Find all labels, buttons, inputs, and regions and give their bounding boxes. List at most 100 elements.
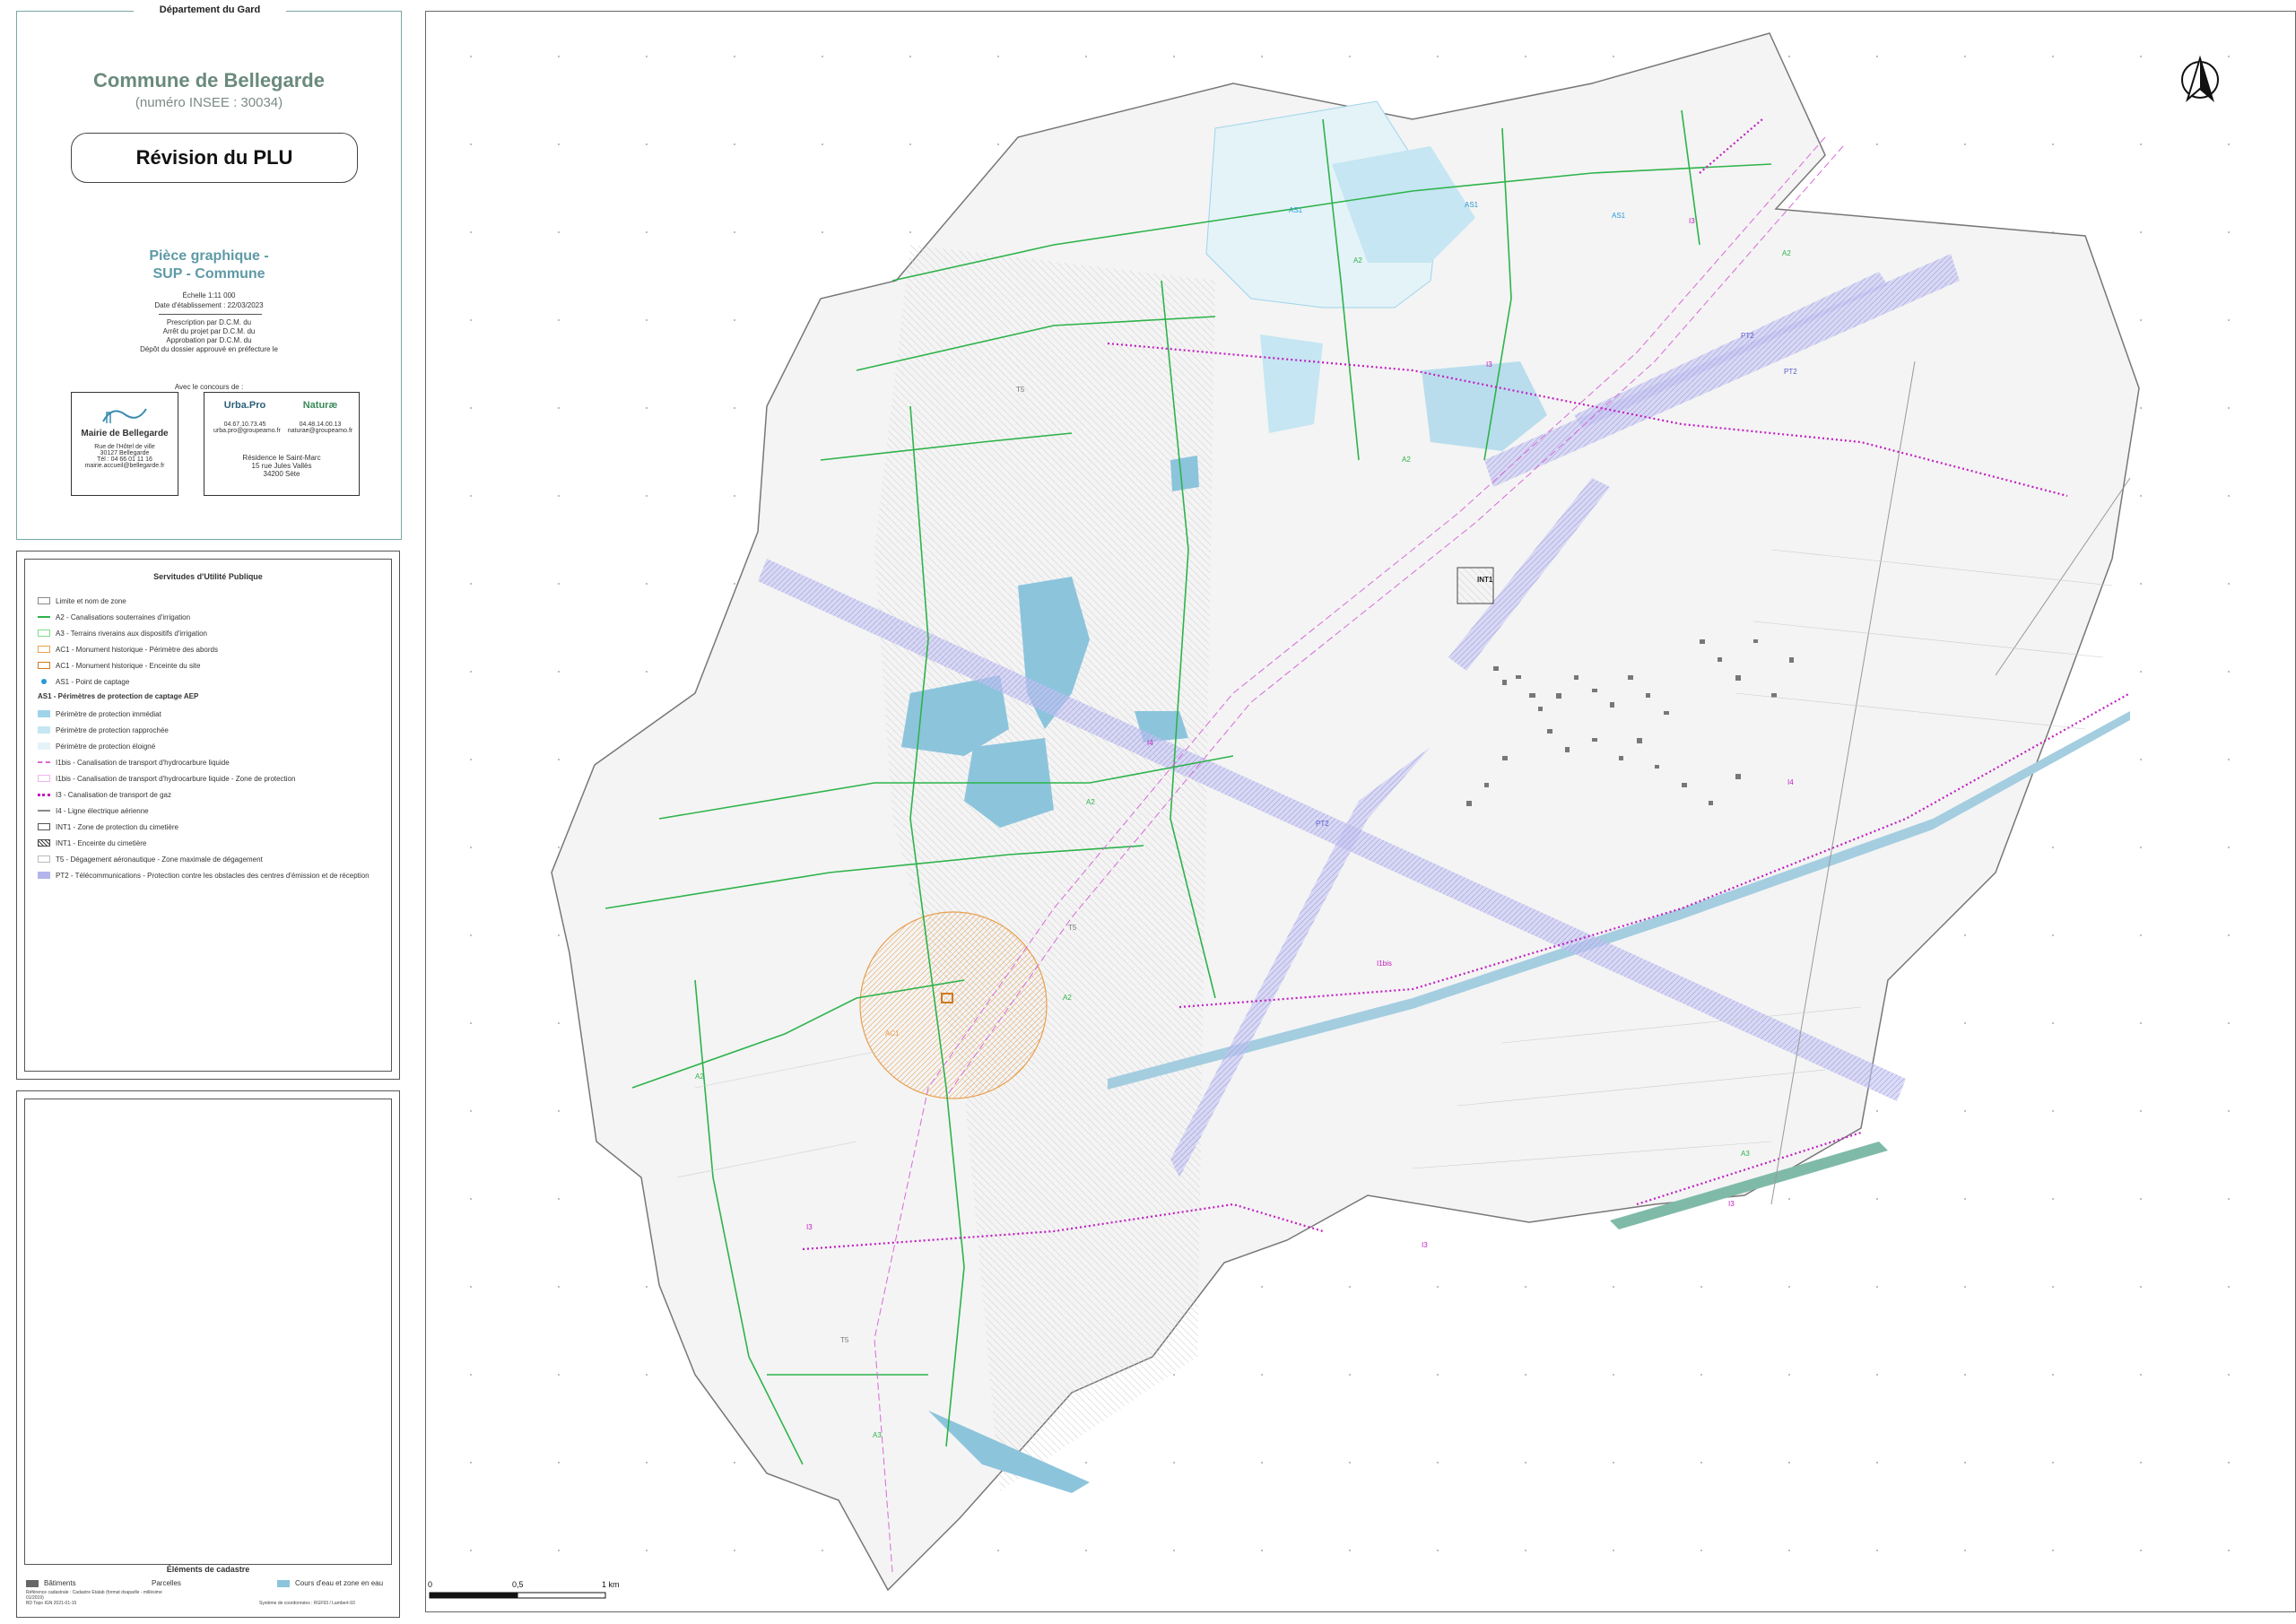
cadastre-parcels: Parcelles <box>152 1579 181 1587</box>
cadastre-panel: Éléments de cadastre Bâtiments Parcelles… <box>16 1090 400 1618</box>
legend-item: INT1 - Enceinte du cimetière <box>38 838 146 848</box>
urbapro-logo: Urba.Pro <box>223 400 266 411</box>
legend-item-label: AS1 - Point de captage <box>56 677 130 686</box>
project-title: Révision du PLU <box>135 146 293 169</box>
bellegarde-logo-icon <box>102 408 147 423</box>
map-label: AS1 <box>1465 201 1479 209</box>
legend-item: Limite et nom de zone <box>38 595 126 606</box>
naturae-email: naturae@groupeamo.fr <box>287 428 353 434</box>
legend-item: I1bis - Canalisation de transport d'hydr… <box>38 757 230 768</box>
water-swatch <box>277 1579 290 1587</box>
legend-item-label: A3 - Terrains riverains aux dispositifs … <box>56 629 208 638</box>
cadastre-buildings: Bâtiments <box>26 1579 76 1587</box>
mairie-name: Mairie de Bellegarde <box>81 429 169 439</box>
project-title-box: Révision du PLU <box>71 133 358 183</box>
scale-label-end: 1 km <box>602 1580 620 1589</box>
map-label: I3 <box>806 1223 813 1231</box>
map-label: INT1 <box>1477 576 1493 584</box>
map-label: T5 <box>840 1336 849 1344</box>
legend-swatch <box>38 855 50 863</box>
legend-item-label: AC1 - Monument historique - Périmètre de… <box>56 645 218 654</box>
legend-item: I3 - Canalisation de transport de gaz <box>38 789 171 800</box>
buildings-swatch <box>26 1579 39 1587</box>
legend-swatch <box>38 662 50 669</box>
partners-label: Avec le concours de : <box>174 383 244 391</box>
legend-swatch <box>38 793 50 796</box>
mairie-box: Mairie de Bellegarde Rue de l'Hôtel de v… <box>71 392 178 496</box>
map-label: A2 <box>1086 798 1095 806</box>
mairie-line-3: Tél : 04 66 01 11 16 <box>97 456 152 463</box>
address-line-2: 15 rue Jules Vallès <box>251 462 312 470</box>
inset-frame <box>24 1099 392 1565</box>
legend-item-label: Périmètre de protection rapprochée <box>56 725 169 734</box>
cadastre-sources: Référence cadastrale : Cadastre Etalab (… <box>26 1590 162 1606</box>
legend-item-label: AS1 - Périmètres de protection de captag… <box>38 692 199 700</box>
map-label: AS1 <box>1612 212 1626 220</box>
legend-swatch <box>38 839 50 847</box>
legend-item-label: Périmètre de protection éloigné <box>56 742 156 751</box>
map-label: I1bis <box>1377 960 1392 968</box>
map-frame: AS1 AS1 AS1 A2 A2 A2 A2 A2 A2 PT2 PT2 PT… <box>425 11 2296 1612</box>
map-label: T5 <box>1016 386 1025 394</box>
legend-swatch <box>38 872 50 879</box>
map-label: A3 <box>1741 1150 1750 1158</box>
legend-item-label: PT2 - Télécommunications - Protection co… <box>56 871 370 880</box>
legend-item: Périmètre de protection immédiat <box>38 708 161 719</box>
legend-item-label: A2 - Canalisations souterraines d'irriga… <box>56 612 191 621</box>
water-label: Cours d'eau et zone en eau <box>295 1579 384 1587</box>
legend-item: A3 - Terrains riverains aux dispositifs … <box>38 628 207 638</box>
as1-zone-west <box>1260 334 1323 433</box>
legend-item: PT2 - Télécommunications - Protection co… <box>38 870 370 881</box>
legend-frame: Servitudes d'Utilité Publique Limite et … <box>24 559 392 1072</box>
legend-item: Périmètre de protection éloigné <box>38 741 155 751</box>
legend-item: Périmètre de protection rapprochée <box>38 725 169 735</box>
map-label: A2 <box>1353 256 1362 265</box>
map-label: I3 <box>1728 1200 1735 1208</box>
map-label: T5 <box>1068 924 1077 932</box>
department-label: Département du Gard <box>134 4 286 15</box>
map-label: AC1 <box>885 1029 900 1038</box>
title-panel: Département du Gard Commune de Bellegard… <box>16 4 402 540</box>
legend-item: AC1 - Monument historique - Enceinte du … <box>38 660 200 671</box>
address-line-1: Résidence le Saint-Marc <box>242 454 321 462</box>
date-text: Date d'établissement : 22/03/2023 <box>154 301 264 309</box>
legend-panel: Servitudes d'Utilité Publique Limite et … <box>16 551 400 1080</box>
map-label: A2 <box>695 1073 704 1081</box>
legend-item: AS1 - Point de captage <box>38 676 129 687</box>
legend-swatch <box>38 810 50 812</box>
ac1-perimeter <box>859 911 1048 1099</box>
piece-title-line1: Pièce graphique - <box>149 248 269 264</box>
legend-swatch <box>38 823 50 830</box>
procedure-1: Prescription par D.C.M. du <box>166 318 252 326</box>
map-label: I3 <box>1689 217 1695 225</box>
divider <box>159 314 262 315</box>
cadastre-title: Éléments de cadastre <box>166 1565 250 1574</box>
mairie-line-4: mairie.accueil@bellegarde.fr <box>84 463 165 469</box>
scale-label-0: 0 <box>428 1580 432 1589</box>
map-label: I4 <box>1787 778 1794 786</box>
water-pond-2 <box>1170 456 1199 491</box>
mairie-line-2: 30127 Bellegarde <box>100 450 150 456</box>
mairie-line-1: Rue de l'Hôtel de ville <box>94 444 155 450</box>
urbapro-email: urba.pro@groupeamo.fr <box>213 428 281 434</box>
legend-item-label: I1bis - Canalisation de transport d'hydr… <box>56 758 230 767</box>
naturae-phone: 04.48.14.00.13 <box>299 421 342 428</box>
legend-item: I4 - Ligne électrique aérienne <box>38 805 149 816</box>
agency-address: Résidence le Saint-Marc 15 rue Jules Val… <box>204 454 359 478</box>
map-label: A2 <box>1063 994 1072 1002</box>
legend-item-label: I1bis - Canalisation de transport d'hydr… <box>56 774 296 783</box>
scale-label-mid: 0,5 <box>512 1580 524 1589</box>
insee-number: (numéro INSEE : 30034) <box>135 95 283 110</box>
parcels-label: Parcelles <box>152 1579 181 1587</box>
legend-swatch <box>38 710 50 717</box>
legend-swatch <box>38 743 50 750</box>
piece-title-line2: SUP - Commune <box>152 266 265 282</box>
legend-swatch <box>41 679 47 684</box>
legend-item-label: Limite et nom de zone <box>56 596 126 605</box>
map-label: A2 <box>1402 456 1411 464</box>
source-line-1: Référence cadastrale : Cadastre Etalab (… <box>26 1590 162 1595</box>
legend-item-label: Périmètre de protection immédiat <box>56 709 161 718</box>
legend-item-label: AC1 - Monument historique - Enceinte du … <box>56 661 201 670</box>
legend-swatch <box>38 646 50 653</box>
legend-item: INT1 - Zone de protection du cimetière <box>38 821 178 832</box>
